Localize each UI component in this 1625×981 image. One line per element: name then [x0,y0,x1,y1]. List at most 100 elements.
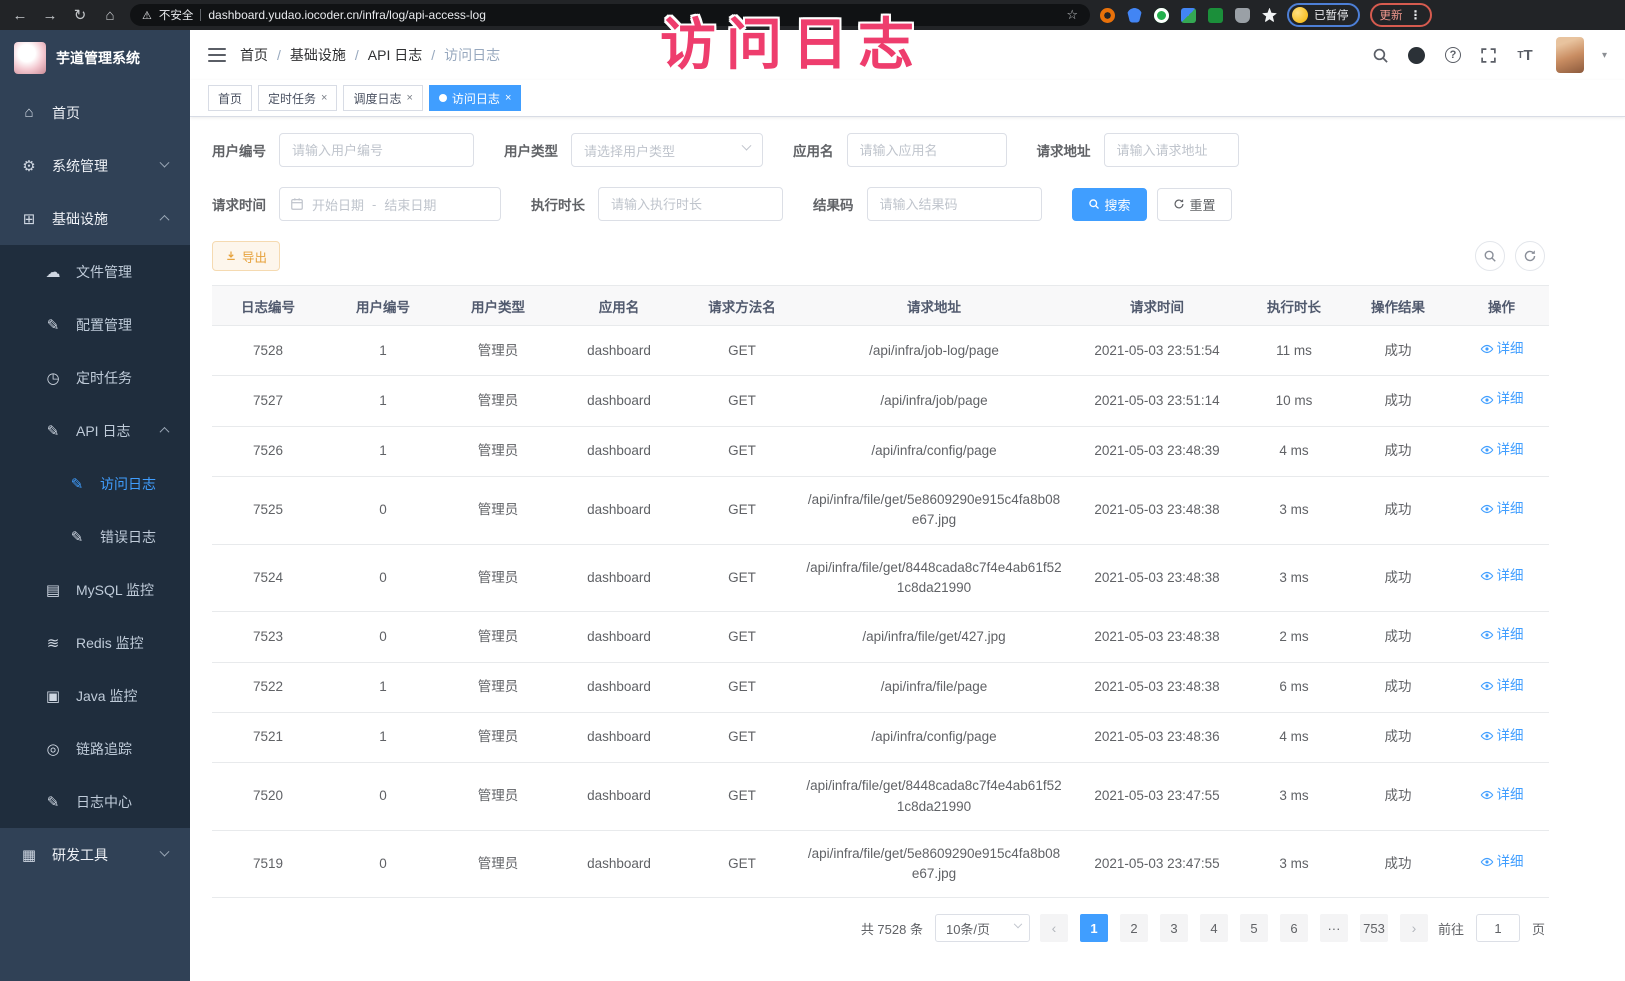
help-icon[interactable]: ? [1444,46,1462,64]
browser-menu-icon[interactable]: ⋮ [1410,8,1422,22]
close-icon[interactable]: × [321,92,327,104]
detail-link[interactable]: 详细 [1480,566,1524,586]
reset-button[interactable]: 重置 [1157,188,1232,221]
browser-update-button[interactable]: 更新 ⋮ [1370,3,1432,27]
request-url-input[interactable] [1104,133,1239,167]
table-row: 75230管理员dashboardGET/api/infra/file/get/… [212,612,1549,662]
detail-link[interactable]: 详细 [1480,339,1524,359]
jump-page-input[interactable] [1476,914,1520,942]
extension-icon-4[interactable] [1181,8,1196,23]
detail-link[interactable]: 详细 [1480,625,1524,645]
avatar-caret-icon[interactable]: ▾ [1602,50,1607,61]
next-page-button[interactable]: › [1400,914,1428,942]
page-button-3[interactable]: 3 [1160,914,1188,942]
sidebar-item-dev-tools[interactable]: ▦ 研发工具 [0,828,190,881]
url-bar[interactable]: ⚠ 不安全 dashboard.yudao.iocoder.cn/infra/l… [130,4,1090,26]
sidebar-item-java-monitor[interactable]: ▣ Java 监控 [0,669,190,722]
user-avatar[interactable] [1556,37,1584,73]
page-button-4[interactable]: 4 [1200,914,1228,942]
page-size-select[interactable]: 10条/页 [935,914,1030,942]
request-time-range-picker[interactable]: 开始日期 - 结束日期 [279,187,501,221]
redis-icon: ≋ [44,634,62,652]
sidebar-item-mysql-monitor[interactable]: ▤ MySQL 监控 [0,563,190,616]
browser-profile-chip[interactable]: 已暂停 [1287,3,1360,27]
detail-link[interactable]: 详细 [1480,499,1524,519]
forward-icon[interactable]: → [40,7,60,24]
close-icon[interactable]: × [406,92,412,104]
page-button-1[interactable]: 1 [1080,914,1108,942]
result-code-input[interactable] [867,187,1042,221]
close-icon[interactable]: × [505,92,511,104]
search-icon [1088,198,1100,210]
sidebar-item-scheduled-jobs[interactable]: ◷ 定时任务 [0,351,190,404]
sidebar-item-infrastructure[interactable]: ⊞ 基础设施 [0,192,190,245]
sidebar-item-file-management[interactable]: ☁ 文件管理 [0,245,190,298]
security-warning-label: 不安全 [159,7,194,23]
tab-schedule-log[interactable]: 调度日志 × [343,85,422,111]
page-button-753[interactable]: 753 [1360,914,1388,942]
breadcrumb-item[interactable]: 首页 [240,45,268,65]
browser-home-icon[interactable]: ⌂ [100,7,120,24]
detail-link[interactable]: 详细 [1480,785,1524,805]
toggle-search-button[interactable] [1475,241,1505,271]
more-pages-button[interactable]: ··· [1320,914,1348,942]
prev-page-button[interactable]: ‹ [1040,914,1068,942]
export-button[interactable]: 导出 [212,241,280,271]
back-icon[interactable]: ← [10,7,30,24]
tab-scheduled-jobs[interactable]: 定时任务 × [258,85,337,111]
sidebar-item-error-log[interactable]: ✎ 错误日志 [0,510,190,563]
mysql-icon: ▤ [44,581,62,599]
sidebar-collapse-icon[interactable] [208,48,226,62]
table-row: 75190管理员dashboardGET/api/infra/file/get/… [212,830,1549,898]
font-size-icon[interactable]: TT [1516,46,1534,64]
breadcrumb-item[interactable]: 基础设施 [290,45,346,65]
profile-status-label: 已暂停 [1314,7,1349,23]
detail-link[interactable]: 详细 [1480,726,1524,746]
sidebar-item-api-log[interactable]: ✎ API 日志 [0,404,190,457]
fullscreen-icon[interactable] [1480,46,1498,64]
search-icon[interactable] [1372,46,1390,64]
cloud-upload-icon: ☁ [44,263,62,281]
extension-icon-6[interactable] [1235,8,1250,23]
extension-icon-3[interactable] [1154,8,1169,23]
page-button-6[interactable]: 6 [1280,914,1308,942]
page-button-2[interactable]: 2 [1120,914,1148,942]
bookmark-star-icon[interactable]: ☆ [1066,7,1078,23]
sidebar-item-log-center[interactable]: ✎ 日志中心 [0,775,190,828]
user-id-input[interactable] [279,133,474,167]
tab-label: 访问日志 [452,90,500,107]
sidebar-item-redis-monitor[interactable]: ≋ Redis 监控 [0,616,190,669]
detail-link[interactable]: 详细 [1480,676,1524,696]
extension-icon-7[interactable] [1262,8,1277,23]
sidebar-item-label: 首页 [52,103,190,123]
app-name-input[interactable] [847,133,1007,167]
tab-home[interactable]: 首页 [208,85,252,111]
duration-input[interactable] [598,187,783,221]
sidebar-item-access-log[interactable]: ✎ 访问日志 [0,457,190,510]
page-button-5[interactable]: 5 [1240,914,1268,942]
extension-icon-5[interactable] [1208,8,1223,23]
extension-icon-1[interactable] [1100,8,1115,23]
tab-access-log[interactable]: 访问日志 × [429,85,521,111]
search-button[interactable]: 搜索 [1072,188,1147,221]
request-url-label: 请求地址 [1037,140,1091,160]
github-icon[interactable] [1408,46,1426,64]
detail-link[interactable]: 详细 [1480,852,1524,872]
sidebar-item-label: Java 监控 [76,686,190,706]
refresh-table-button[interactable] [1515,241,1545,271]
breadcrumb-item[interactable]: API 日志 [368,45,422,65]
sidebar-item-system[interactable]: ⚙ 系统管理 [0,139,190,192]
detail-link[interactable]: 详细 [1480,440,1524,460]
reload-icon[interactable]: ↻ [70,6,90,24]
detail-link[interactable]: 详细 [1480,389,1524,409]
app-logo[interactable]: 芋道管理系统 [0,30,190,86]
sidebar-item-label: 基础设施 [52,209,161,229]
sidebar-item-config-management[interactable]: ✎ 配置管理 [0,298,190,351]
sidebar-item-trace[interactable]: ◎ 链路追踪 [0,722,190,775]
col-request-url: 请求地址 [800,286,1068,326]
extension-icon-2[interactable] [1127,8,1142,23]
url-text[interactable]: dashboard.yudao.iocoder.cn/infra/log/api… [208,8,1059,22]
sidebar-item-home[interactable]: ⌂ 首页 [0,86,190,139]
user-type-select[interactable]: 请选择用户类型 [571,133,763,167]
edit-icon: ✎ [44,316,62,334]
